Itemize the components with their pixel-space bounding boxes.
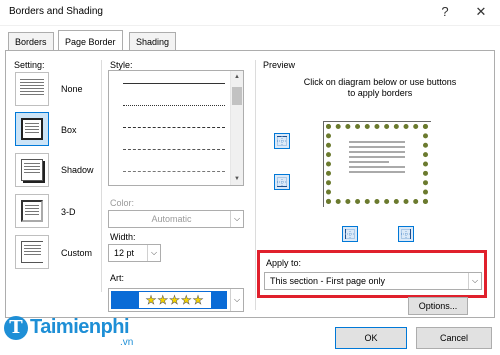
- tab-borders-label: Borders: [15, 37, 47, 47]
- watermark-suffix: .vn: [120, 337, 134, 348]
- preview-instruction-1: Click on diagram below or use buttons: [303, 77, 457, 87]
- cancel-button[interactable]: Cancel: [416, 327, 492, 349]
- style-heading: Style:: [110, 60, 133, 70]
- art-label: Art:: [110, 273, 125, 283]
- chevron-down-icon: ⌵: [468, 273, 481, 289]
- tab-page-border[interactable]: Page Border: [58, 30, 123, 51]
- apply-to-dropdown[interactable]: This section - First page only ⌵: [264, 272, 482, 290]
- ok-button[interactable]: OK: [335, 327, 407, 349]
- right-border-button[interactable]: [398, 226, 414, 242]
- preview-divider: [255, 60, 256, 310]
- chevron-down-icon: ⌵: [147, 245, 160, 261]
- width-value: 12 pt: [114, 248, 135, 258]
- column-divider: [101, 60, 102, 292]
- scroll-down-icon[interactable]: ▼: [234, 176, 240, 182]
- window-title: Borders and Shading: [9, 6, 103, 17]
- help-button[interactable]: ?: [438, 5, 452, 19]
- tab-shading-label: Shading: [136, 37, 170, 47]
- apply-to-value: This section - First page only: [270, 276, 386, 286]
- width-dropdown[interactable]: 12 pt ⌵: [108, 244, 161, 262]
- width-label: Width:: [110, 232, 136, 242]
- close-button[interactable]: ✕: [474, 5, 488, 19]
- style-scrollbar[interactable]: ▲ ▼: [230, 71, 243, 185]
- style-option-dashed[interactable]: [123, 127, 225, 128]
- setting-none-icon[interactable]: [15, 72, 49, 106]
- right-border-icon: [401, 229, 411, 239]
- preview-instruction-2: to apply borders: [347, 88, 413, 98]
- logo-emblem-icon: T: [4, 316, 28, 340]
- bottom-border-button[interactable]: [274, 174, 290, 190]
- style-option-solid[interactable]: [123, 83, 225, 84]
- style-option-long-dash[interactable]: [123, 149, 225, 150]
- preview-page[interactable]: [326, 124, 428, 204]
- setting-custom-label[interactable]: Custom: [61, 248, 92, 258]
- title-bar: Borders and Shading ? ✕: [0, 0, 500, 26]
- setting-none-label[interactable]: None: [61, 84, 83, 94]
- preview-heading: Preview: [263, 60, 296, 70]
- bottom-border-icon: [277, 177, 287, 187]
- options-button[interactable]: Options...: [408, 297, 468, 315]
- star-art-icon: ★★★★★: [139, 292, 211, 308]
- setting-shadow-label[interactable]: Shadow: [61, 165, 94, 175]
- apply-to-label: Apply to:: [266, 258, 302, 268]
- watermark-logo: T Taimienphi .vn: [0, 310, 170, 355]
- left-border-button[interactable]: [342, 226, 358, 242]
- top-border-button[interactable]: [274, 133, 290, 149]
- color-label: Color:: [110, 198, 135, 208]
- watermark-text: Taimienphi: [30, 316, 130, 338]
- setting-box-icon[interactable]: [15, 112, 49, 146]
- scroll-thumb[interactable]: [232, 87, 242, 105]
- tab-page-border-label: Page Border: [65, 37, 116, 47]
- art-selected-highlight: ★★★★★: [111, 291, 227, 309]
- setting-box-label[interactable]: Box: [61, 125, 77, 135]
- left-border-icon: [345, 229, 355, 239]
- tab-borders[interactable]: Borders: [8, 32, 54, 51]
- setting-custom-icon[interactable]: [15, 235, 49, 269]
- chevron-down-icon: ⌵: [230, 211, 243, 227]
- ok-button-label: OK: [364, 333, 378, 343]
- color-dropdown[interactable]: Automatic ⌵: [108, 210, 244, 228]
- setting-shadow-icon[interactable]: [15, 153, 49, 187]
- style-list[interactable]: ▲ ▼: [108, 70, 244, 186]
- setting-heading: Setting:: [14, 60, 45, 70]
- style-option-dash-dot[interactable]: [123, 171, 225, 172]
- top-border-icon: [277, 136, 287, 146]
- cancel-button-label: Cancel: [439, 333, 468, 343]
- art-dropdown[interactable]: ★★★★★ ⌵: [108, 288, 244, 312]
- color-value: Automatic: [151, 214, 192, 224]
- chevron-down-icon: ⌵: [230, 289, 243, 311]
- tab-shading[interactable]: Shading: [129, 32, 177, 51]
- setting-3d-label[interactable]: 3-D: [61, 207, 76, 217]
- setting-3d-icon[interactable]: [15, 194, 49, 228]
- style-option-dotted[interactable]: [123, 105, 225, 106]
- options-button-label: Options...: [418, 301, 458, 311]
- scroll-up-icon[interactable]: ▲: [234, 74, 240, 80]
